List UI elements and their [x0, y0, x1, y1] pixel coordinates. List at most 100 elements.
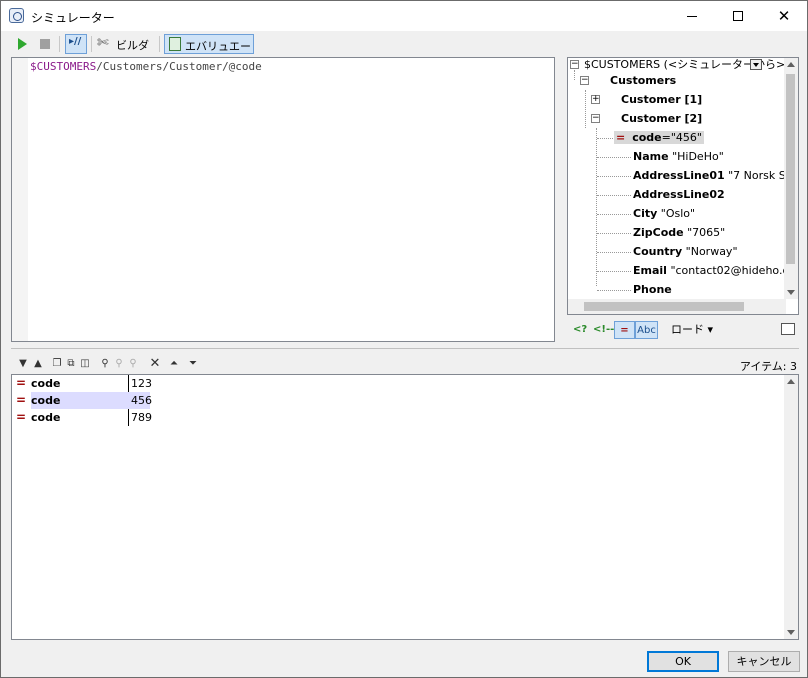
- tree-node-label: code: [632, 131, 662, 144]
- result-value: 789: [131, 411, 152, 424]
- minimize-button[interactable]: [669, 1, 715, 31]
- tree-node-value: "HiDeHo": [672, 150, 724, 163]
- results-list[interactable]: = code 123 = code 456 = code 789: [11, 374, 799, 640]
- minimize-icon: [687, 16, 697, 17]
- tree-horizontal-scrollbar[interactable]: [568, 299, 786, 314]
- close-icon: ✕: [777, 7, 791, 25]
- scroll-up-icon[interactable]: [787, 379, 795, 384]
- expand-all-icon[interactable]: ▼: [17, 358, 29, 370]
- calculator-icon: [169, 37, 181, 51]
- tree-node-highlight: = code="456": [614, 131, 704, 144]
- tree-guide: [597, 233, 631, 234]
- tree-node-email[interactable]: Email "contact02@hideho.du: [633, 261, 796, 280]
- clear-icon[interactable]: ✕: [149, 357, 161, 370]
- result-name: code: [31, 377, 61, 390]
- collapse-icon[interactable]: −: [580, 76, 589, 85]
- tree-node-label: Name: [633, 150, 669, 163]
- collapse-all-icon[interactable]: ▲: [32, 358, 44, 370]
- xpath-expression[interactable]: $CUSTOMERS/Customers/Customer/@code: [30, 60, 262, 73]
- tree-node-country[interactable]: Country "Norway": [633, 242, 738, 261]
- result-name: code: [31, 411, 61, 424]
- builder-button[interactable]: ✄ ビルダー: [96, 34, 154, 68]
- source-dropdown-icon[interactable]: [750, 59, 762, 70]
- tree-vertical-scrollbar[interactable]: [784, 58, 798, 299]
- result-value: 123: [131, 377, 152, 390]
- scroll-thumb[interactable]: [786, 74, 795, 264]
- move-up-icon[interactable]: ⏶: [168, 358, 180, 370]
- toolbar-separator: [159, 36, 160, 52]
- tree-node-label: Email: [633, 264, 667, 277]
- maximize-icon: [733, 11, 743, 21]
- find-previous-icon[interactable]: ⚲: [127, 358, 139, 370]
- scroll-down-icon[interactable]: [787, 630, 795, 635]
- maximize-button[interactable]: [715, 1, 761, 31]
- scroll-up-icon[interactable]: [787, 62, 795, 67]
- cancel-button[interactable]: キャンセル: [728, 651, 800, 672]
- step-icon: ▸//: [69, 36, 82, 47]
- scroll-thumb[interactable]: [584, 302, 744, 311]
- collapse-icon[interactable]: −: [591, 114, 600, 123]
- result-row[interactable]: = code 456: [12, 392, 782, 409]
- ok-button[interactable]: OK: [647, 651, 719, 672]
- panel-splitter[interactable]: [11, 348, 799, 350]
- columns-icon[interactable]: ◫: [79, 358, 91, 370]
- move-down-icon[interactable]: ⏷: [187, 358, 199, 370]
- tree-node-value: "Norway": [685, 245, 738, 258]
- evaluator-button[interactable]: エバリュエーター: [164, 34, 254, 69]
- window-title: シミュレーター: [31, 11, 115, 25]
- xpath-editor[interactable]: $CUSTOMERS/Customers/Customer/@code: [11, 57, 555, 342]
- tree-node-label: Phone: [633, 283, 672, 296]
- step-button[interactable]: ▸//: [65, 34, 87, 54]
- play-button[interactable]: [17, 34, 29, 54]
- tree-node-label: Customer [1]: [621, 93, 703, 106]
- expand-icon[interactable]: +: [591, 95, 600, 104]
- stop-button[interactable]: [39, 34, 51, 54]
- comment-toggle[interactable]: <!--: [593, 321, 614, 339]
- toolbar-separator: [91, 36, 92, 52]
- load-label: ロード: [671, 323, 704, 336]
- tree-node-code-attribute[interactable]: = code="456": [614, 128, 704, 147]
- tree-node-addressline02[interactable]: AddressLine02: [633, 185, 725, 204]
- load-button[interactable]: ロード ▾: [671, 321, 713, 339]
- processing-instruction-toggle[interactable]: <?: [573, 321, 587, 339]
- result-row[interactable]: = code 123: [12, 375, 782, 392]
- copy-all-icon[interactable]: ⧉: [65, 358, 77, 370]
- tree-node-name[interactable]: Name "HiDeHo": [633, 147, 724, 166]
- tree-node-zipcode[interactable]: ZipCode "7065": [633, 223, 725, 242]
- tree-guide: [597, 271, 631, 272]
- xml-tree[interactable]: − $CUSTOMERS (<シミュレーターから>) − Customers +…: [567, 57, 799, 315]
- tree-node-addressline01[interactable]: AddressLine01 "7 Norsk Stree: [633, 166, 798, 185]
- find-icon[interactable]: ⚲: [99, 358, 111, 370]
- text-toggle[interactable]: Abc: [635, 321, 658, 339]
- results-vertical-scrollbar[interactable]: [784, 375, 798, 639]
- tree-node-city[interactable]: City "Oslo": [633, 204, 695, 223]
- scroll-down-icon[interactable]: [787, 290, 795, 295]
- result-value: 456: [130, 392, 152, 409]
- tree-node-label: Customers: [610, 74, 677, 87]
- tree-node-phone[interactable]: Phone: [633, 280, 672, 299]
- find-next-icon[interactable]: ⚲: [113, 358, 125, 370]
- toolbar-separator: [59, 36, 60, 52]
- result-row[interactable]: = code 789: [12, 409, 782, 426]
- tree-node-label: ZipCode: [633, 226, 684, 239]
- tree-node-value: "7065": [687, 226, 726, 239]
- tools-icon: ✄: [97, 35, 109, 51]
- editor-gutter: [12, 58, 28, 341]
- attribute-icon: =: [616, 131, 626, 144]
- tree-node-label: Customer [2]: [621, 112, 703, 125]
- app-icon: [9, 8, 24, 23]
- chevron-down-icon: ▾: [707, 323, 714, 336]
- tree-guide: [597, 138, 613, 139]
- copy-icon[interactable]: ❐: [51, 358, 63, 370]
- xpath-path: /Customers/Customer/@code: [96, 60, 262, 73]
- tree-node-label: City: [633, 207, 658, 220]
- checklist-icon[interactable]: [781, 323, 795, 335]
- tree-node-label: AddressLine01: [633, 169, 725, 182]
- tree-guide: [596, 128, 597, 286]
- item-count: アイテム: 3: [739, 360, 797, 373]
- tree-guide: [597, 290, 631, 291]
- collapse-icon[interactable]: −: [570, 60, 579, 69]
- attribute-icon: =: [16, 376, 27, 390]
- attribute-toggle[interactable]: =: [614, 321, 635, 339]
- close-button[interactable]: ✕: [761, 1, 807, 31]
